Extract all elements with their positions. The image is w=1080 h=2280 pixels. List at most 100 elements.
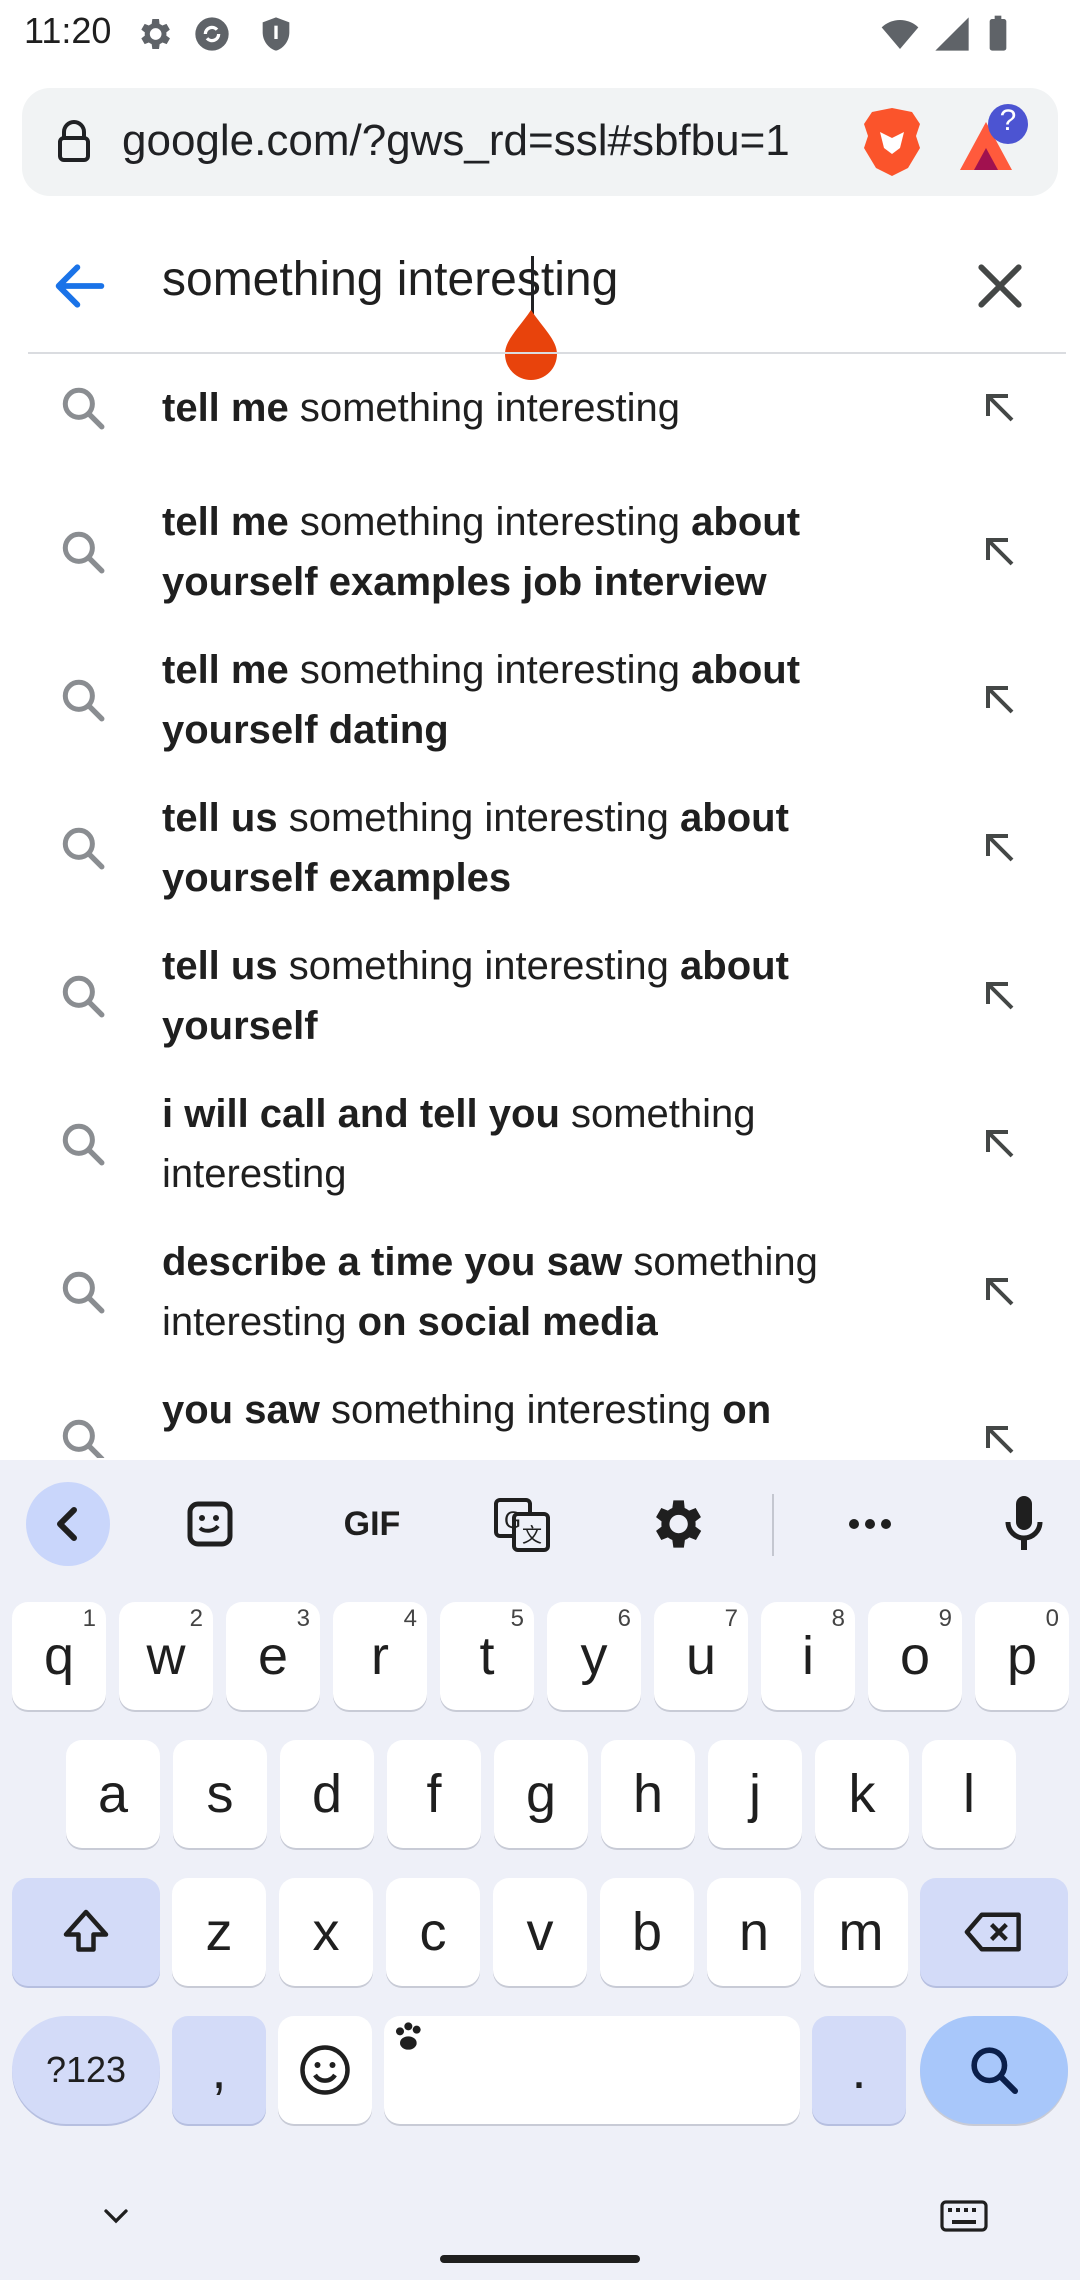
back-arrow-icon[interactable] (48, 254, 112, 318)
key-g[interactable]: g (494, 1740, 588, 1848)
brave-shields-icon[interactable] (860, 106, 924, 178)
period-key[interactable]: . (812, 2016, 906, 2124)
settings-notification-icon (141, 19, 170, 49)
space-key[interactable] (384, 2016, 800, 2124)
symbols-key[interactable]: ?123 (12, 2016, 160, 2124)
suggestion-text: tell us something interesting about your… (162, 936, 892, 1056)
shield-notification-icon (262, 17, 290, 51)
suggestion-item[interactable]: tell me something interesting about your… (0, 492, 1080, 640)
suggestion-text: you saw something interesting on (162, 1380, 892, 1458)
suggestion-part: something interesting (277, 796, 681, 840)
key-m[interactable]: m (814, 1878, 908, 1986)
gesture-nav-handle[interactable] (440, 2255, 640, 2263)
fill-query-arrow-icon[interactable] (976, 1268, 1024, 1316)
key-l[interactable]: l (922, 1740, 1016, 1848)
search-key[interactable] (920, 2016, 1068, 2124)
translate-button[interactable]: G文 (480, 1482, 564, 1566)
key-w[interactable]: w2 (119, 1602, 213, 1710)
key-label: . (851, 2040, 867, 2100)
fill-query-arrow-icon[interactable] (976, 824, 1024, 872)
key-s[interactable]: s (173, 1740, 267, 1848)
fill-query-arrow-icon[interactable] (976, 384, 1024, 432)
microphone-icon (1005, 1496, 1043, 1550)
sync-notification-icon (195, 17, 229, 51)
clear-icon[interactable] (968, 254, 1032, 318)
search-icon (58, 823, 108, 873)
shift-key[interactable] (12, 1878, 160, 1986)
key-n[interactable]: n (707, 1878, 801, 1986)
key-label: q (43, 1626, 75, 1686)
key-i[interactable]: i8 (761, 1602, 855, 1710)
sticker-button[interactable] (168, 1482, 252, 1566)
cellular-signal-icon (935, 17, 969, 51)
fill-query-arrow-icon[interactable] (976, 528, 1024, 576)
suggestion-item[interactable]: i will call and tell you something inter… (0, 1084, 1080, 1232)
suggestion-item[interactable]: describe a time you saw something intere… (0, 1232, 1080, 1380)
key-a[interactable]: a (66, 1740, 160, 1848)
key-f[interactable]: f (387, 1740, 481, 1848)
key-label: m (838, 1902, 884, 1962)
key-t[interactable]: t5 (440, 1602, 534, 1710)
key-label: a (97, 1764, 129, 1824)
toolbar-divider (772, 1494, 774, 1556)
key-label: e (257, 1626, 289, 1686)
suggestion-bold-part: tell me (162, 386, 289, 430)
collapse-toolbar-button[interactable] (26, 1482, 110, 1566)
suggestion-bold-part: i will call and tell you (162, 1092, 560, 1136)
suggestion-text: describe a time you saw something intere… (162, 1232, 892, 1352)
translate-icon: G文 (494, 1498, 550, 1552)
key-d[interactable]: d (280, 1740, 374, 1848)
emoji-key[interactable] (278, 2016, 372, 2124)
key-x[interactable]: x (279, 1878, 373, 1986)
fill-query-arrow-icon[interactable] (976, 1120, 1024, 1168)
url-bar[interactable]: google.com/?gws_rd=ssl#sbfbu=1 ? (22, 88, 1058, 196)
key-j[interactable]: j (708, 1740, 802, 1848)
keyboard-switcher-icon[interactable] (940, 2196, 988, 2236)
brave-rewards-icon[interactable]: ? (952, 102, 1036, 182)
suggestion-bold-part: on (722, 1388, 772, 1432)
backspace-key[interactable] (920, 1878, 1068, 1986)
paw-icon (396, 2022, 421, 2050)
voice-input-button[interactable] (982, 1482, 1066, 1566)
key-q[interactable]: q1 (12, 1602, 106, 1710)
key-z[interactable]: z (172, 1878, 266, 1986)
key-label: j (749, 1764, 761, 1824)
key-r[interactable]: r4 (333, 1602, 427, 1710)
gear-icon (656, 1500, 702, 1548)
key-k[interactable]: k (815, 1740, 909, 1848)
hide-keyboard-icon[interactable] (96, 2196, 136, 2236)
suggestion-item[interactable]: you saw something interesting on (0, 1380, 1080, 1458)
key-b[interactable]: b (600, 1878, 694, 1986)
svg-text:文: 文 (522, 1523, 542, 1547)
suggestion-item[interactable]: tell us something interesting about your… (0, 788, 1080, 936)
key-o[interactable]: o9 (868, 1602, 962, 1710)
url-text[interactable]: google.com/?gws_rd=ssl#sbfbu=1 (122, 116, 832, 166)
lock-icon[interactable] (50, 118, 98, 166)
key-u[interactable]: u7 (654, 1602, 748, 1710)
search-icon (58, 527, 108, 577)
fill-query-arrow-icon[interactable] (976, 1416, 1024, 1458)
key-p[interactable]: p0 (975, 1602, 1069, 1710)
key-h[interactable]: h (601, 1740, 695, 1848)
suggestion-item[interactable]: tell me something interesting about your… (0, 640, 1080, 788)
fill-query-arrow-icon[interactable] (976, 676, 1024, 724)
suggestion-item[interactable]: tell us something interesting about your… (0, 936, 1080, 1084)
key-label: y (580, 1626, 608, 1686)
key-label: i (802, 1626, 814, 1686)
suggestion-part: something interesting (277, 944, 681, 988)
key-hint: 8 (831, 1605, 845, 1632)
gif-button[interactable]: GIF (322, 1482, 422, 1566)
key-y[interactable]: y6 (547, 1602, 641, 1710)
fill-query-arrow-icon[interactable] (976, 972, 1024, 1020)
more-options-button[interactable] (828, 1482, 912, 1566)
suggestion-part: something interesting (319, 1388, 723, 1432)
suggestion-bold-part: tell us (162, 944, 278, 988)
key-e[interactable]: e3 (226, 1602, 320, 1710)
suggestion-part: something interesting (288, 386, 681, 430)
key-c[interactable]: c (386, 1878, 480, 1986)
search-input[interactable]: something interesting (162, 252, 618, 307)
keyboard-settings-button[interactable] (634, 1482, 718, 1566)
key-hint: 6 (617, 1605, 631, 1632)
key-v[interactable]: v (493, 1878, 587, 1986)
comma-key[interactable]: , (172, 2016, 266, 2124)
